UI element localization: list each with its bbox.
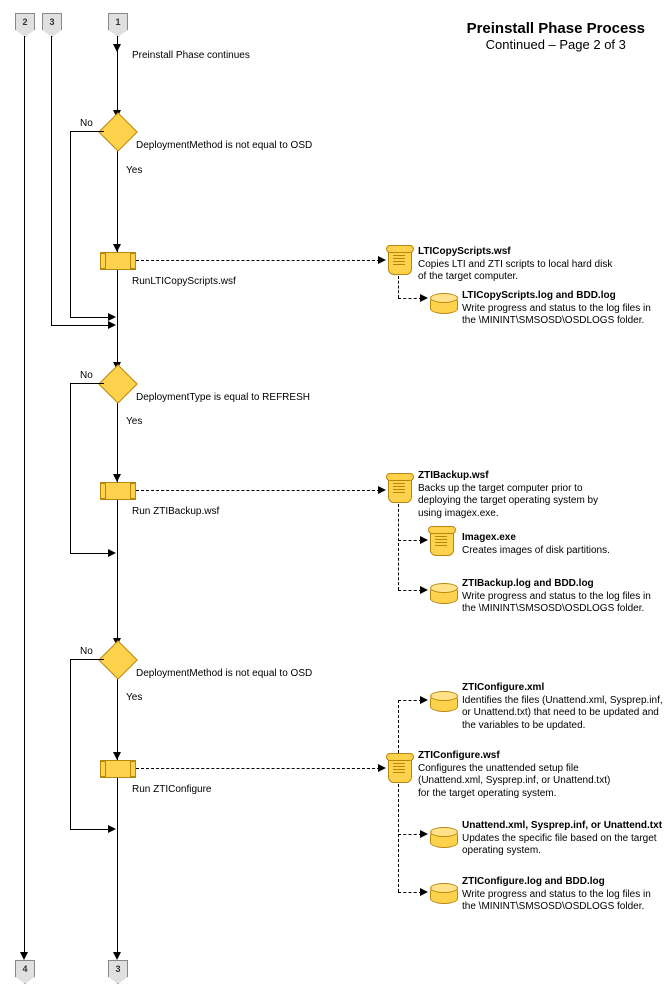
decision-deployment-type (98, 364, 138, 404)
script-icon (388, 475, 412, 503)
title-line-2: Continued – Page 2 of 3 (467, 37, 645, 52)
script-icon (388, 755, 412, 783)
title-line-1: Preinstall Phase Process (467, 20, 645, 37)
script-icon (430, 528, 454, 556)
decision-3-label: DeploymentMethod is not equal to OSD (136, 668, 312, 679)
no-1: No (80, 118, 93, 129)
note-r3c: Unattend.xml, Sysprep.inf, or Unattend.t… (462, 820, 667, 858)
trunk-3 (51, 36, 52, 325)
yes-2: Yes (126, 416, 142, 427)
title-block: Preinstall Phase Process Continued – Pag… (467, 20, 645, 52)
yes-1: Yes (126, 165, 142, 176)
process-3-label: Run ZTIConfigure (132, 784, 211, 795)
datastore-icon (430, 830, 458, 848)
note-r3b: ZTIConfigure.wsfConfigures the unattende… (418, 750, 623, 800)
decision-2-label: DeploymentType is equal to REFRESH (136, 392, 310, 403)
process-1-label: RunLTICopyScripts.wsf (132, 276, 236, 287)
note-r2a: ZTIBackup.wsfBacks up the target compute… (418, 470, 623, 520)
note-r3d: ZTIConfigure.log and BDD.logWrite progre… (462, 876, 662, 914)
process-zticonfigure (100, 760, 136, 778)
no-2: No (80, 370, 93, 381)
datastore-icon (430, 886, 458, 904)
start-label: Preinstall Phase continues (132, 50, 250, 61)
trunk-2 (24, 36, 25, 956)
process-ztibackup (100, 482, 136, 500)
process-2-label: Run ZTIBackup.wsf (132, 506, 219, 517)
no-3: No (80, 646, 93, 657)
offpage-connector-3: 3 (42, 13, 62, 37)
process-lticopyscripts (100, 252, 136, 270)
decision-deployment-method-2 (98, 640, 138, 680)
offpage-connector-1: 1 (108, 13, 128, 37)
note-r1a: LTICopyScripts.wsfCopies LTI and ZTI scr… (418, 246, 623, 284)
decision-deployment-method-1 (98, 112, 138, 152)
note-r3a: ZTIConfigure.xmlIdentifies the files (Un… (462, 682, 667, 732)
offpage-connector-3b: 3 (108, 960, 128, 984)
offpage-connector-4: 4 (15, 960, 35, 984)
datastore-icon (430, 586, 458, 604)
script-icon (388, 247, 412, 275)
offpage-connector-2: 2 (15, 13, 35, 37)
note-r1b: LTICopyScripts.log and BDD.logWrite prog… (462, 290, 657, 328)
datastore-icon (430, 694, 458, 712)
decision-1-label: DeploymentMethod is not equal to OSD (136, 140, 312, 151)
datastore-icon (430, 296, 458, 314)
note-r2b: Imagex.exeCreates images of disk partiti… (462, 532, 610, 557)
note-r2c: ZTIBackup.log and BDD.logWrite progress … (462, 578, 662, 616)
yes-3: Yes (126, 692, 142, 703)
